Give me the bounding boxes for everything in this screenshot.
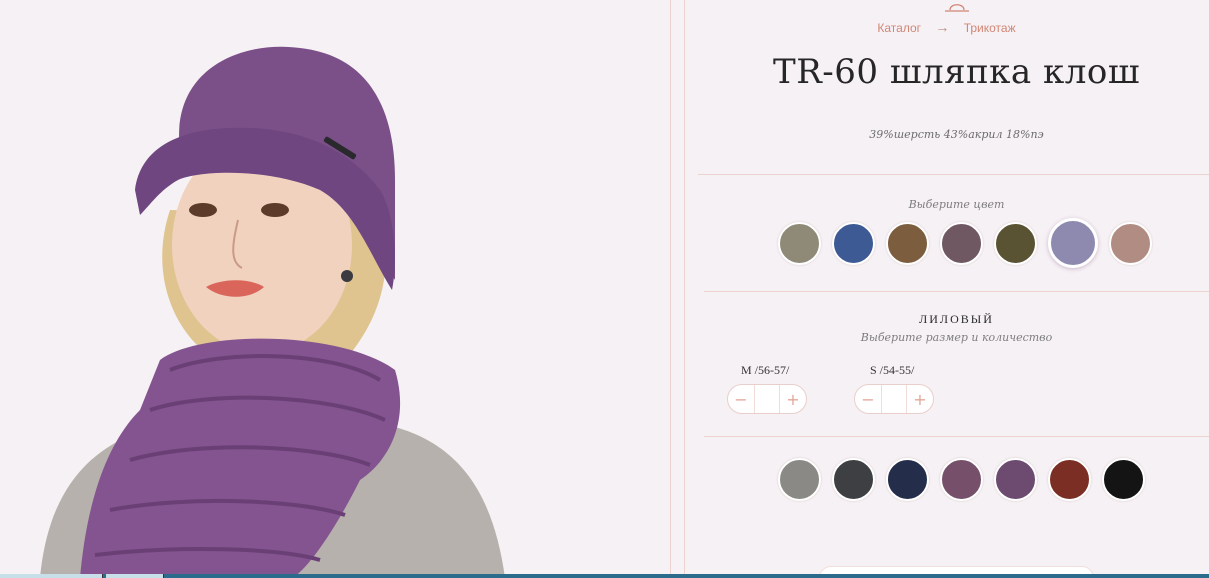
plus-button[interactable]: + [780, 385, 806, 413]
page-title: TR-60 шляпка клош [773, 52, 1140, 92]
color-swatches [778, 218, 1152, 268]
scarf-swatch-purple[interactable] [994, 458, 1037, 501]
plus-button[interactable]: + [907, 385, 933, 413]
color-swatch-olive[interactable] [994, 222, 1037, 265]
divider [698, 174, 1209, 175]
taskbar [0, 574, 1209, 578]
quantity-stepper-m: − + [727, 384, 807, 414]
quantity-input-m[interactable] [754, 385, 780, 413]
color-swatch-grey-beige[interactable] [778, 222, 821, 265]
breadcrumb-separator: → [935, 19, 950, 35]
quantity-input-s[interactable] [881, 385, 907, 413]
product-panel: Каталог → Трикотаж TR-60 шляпка клош 39%… [684, 0, 1209, 578]
divider [704, 291, 1209, 292]
divider-vertical [670, 0, 671, 578]
product-photo [0, 0, 670, 578]
color-swatch-lilac[interactable] [1048, 218, 1098, 268]
color-swatch-denim-blue[interactable] [832, 222, 875, 265]
product-composition: 39%шерсть 43%акрил 18%пэ [869, 128, 1044, 141]
color-prompt: Выберите цвет [908, 198, 1005, 211]
minus-button[interactable]: − [728, 385, 754, 413]
taskbar-button[interactable] [45, 574, 103, 578]
scarf-swatch-navy[interactable] [886, 458, 929, 501]
scarf-color-swatches [778, 458, 1145, 501]
color-swatch-brown[interactable] [886, 222, 929, 265]
hat-icon [945, 4, 969, 12]
model-illustration [40, 46, 505, 578]
selected-color-name: ЛИЛОВЫЙ [919, 312, 994, 326]
breadcrumb: Каталог → Трикотаж [684, 19, 1209, 35]
taskbar-button[interactable] [106, 574, 164, 578]
breadcrumb-catalog[interactable]: Каталог [877, 21, 921, 35]
color-swatch-taupe-purple[interactable] [940, 222, 983, 265]
breadcrumb-knitwear[interactable]: Трикотаж [964, 21, 1016, 35]
scarf-swatch-grey[interactable] [778, 458, 821, 501]
size-prompt: Выберите размер и количество [860, 331, 1053, 344]
divider [704, 436, 1209, 437]
scarf-swatch-dark-grey[interactable] [832, 458, 875, 501]
scarf-swatch-burgundy[interactable] [1048, 458, 1091, 501]
color-swatch-dusty-rose[interactable] [1109, 222, 1152, 265]
minus-button[interactable]: − [855, 385, 881, 413]
scarf-swatch-mauve[interactable] [940, 458, 983, 501]
scarf-swatch-black[interactable] [1102, 458, 1145, 501]
quantity-stepper-s: − + [854, 384, 934, 414]
size-label-m: M /56-57/ [741, 363, 790, 377]
size-label-s: S /54-55/ [870, 363, 915, 377]
